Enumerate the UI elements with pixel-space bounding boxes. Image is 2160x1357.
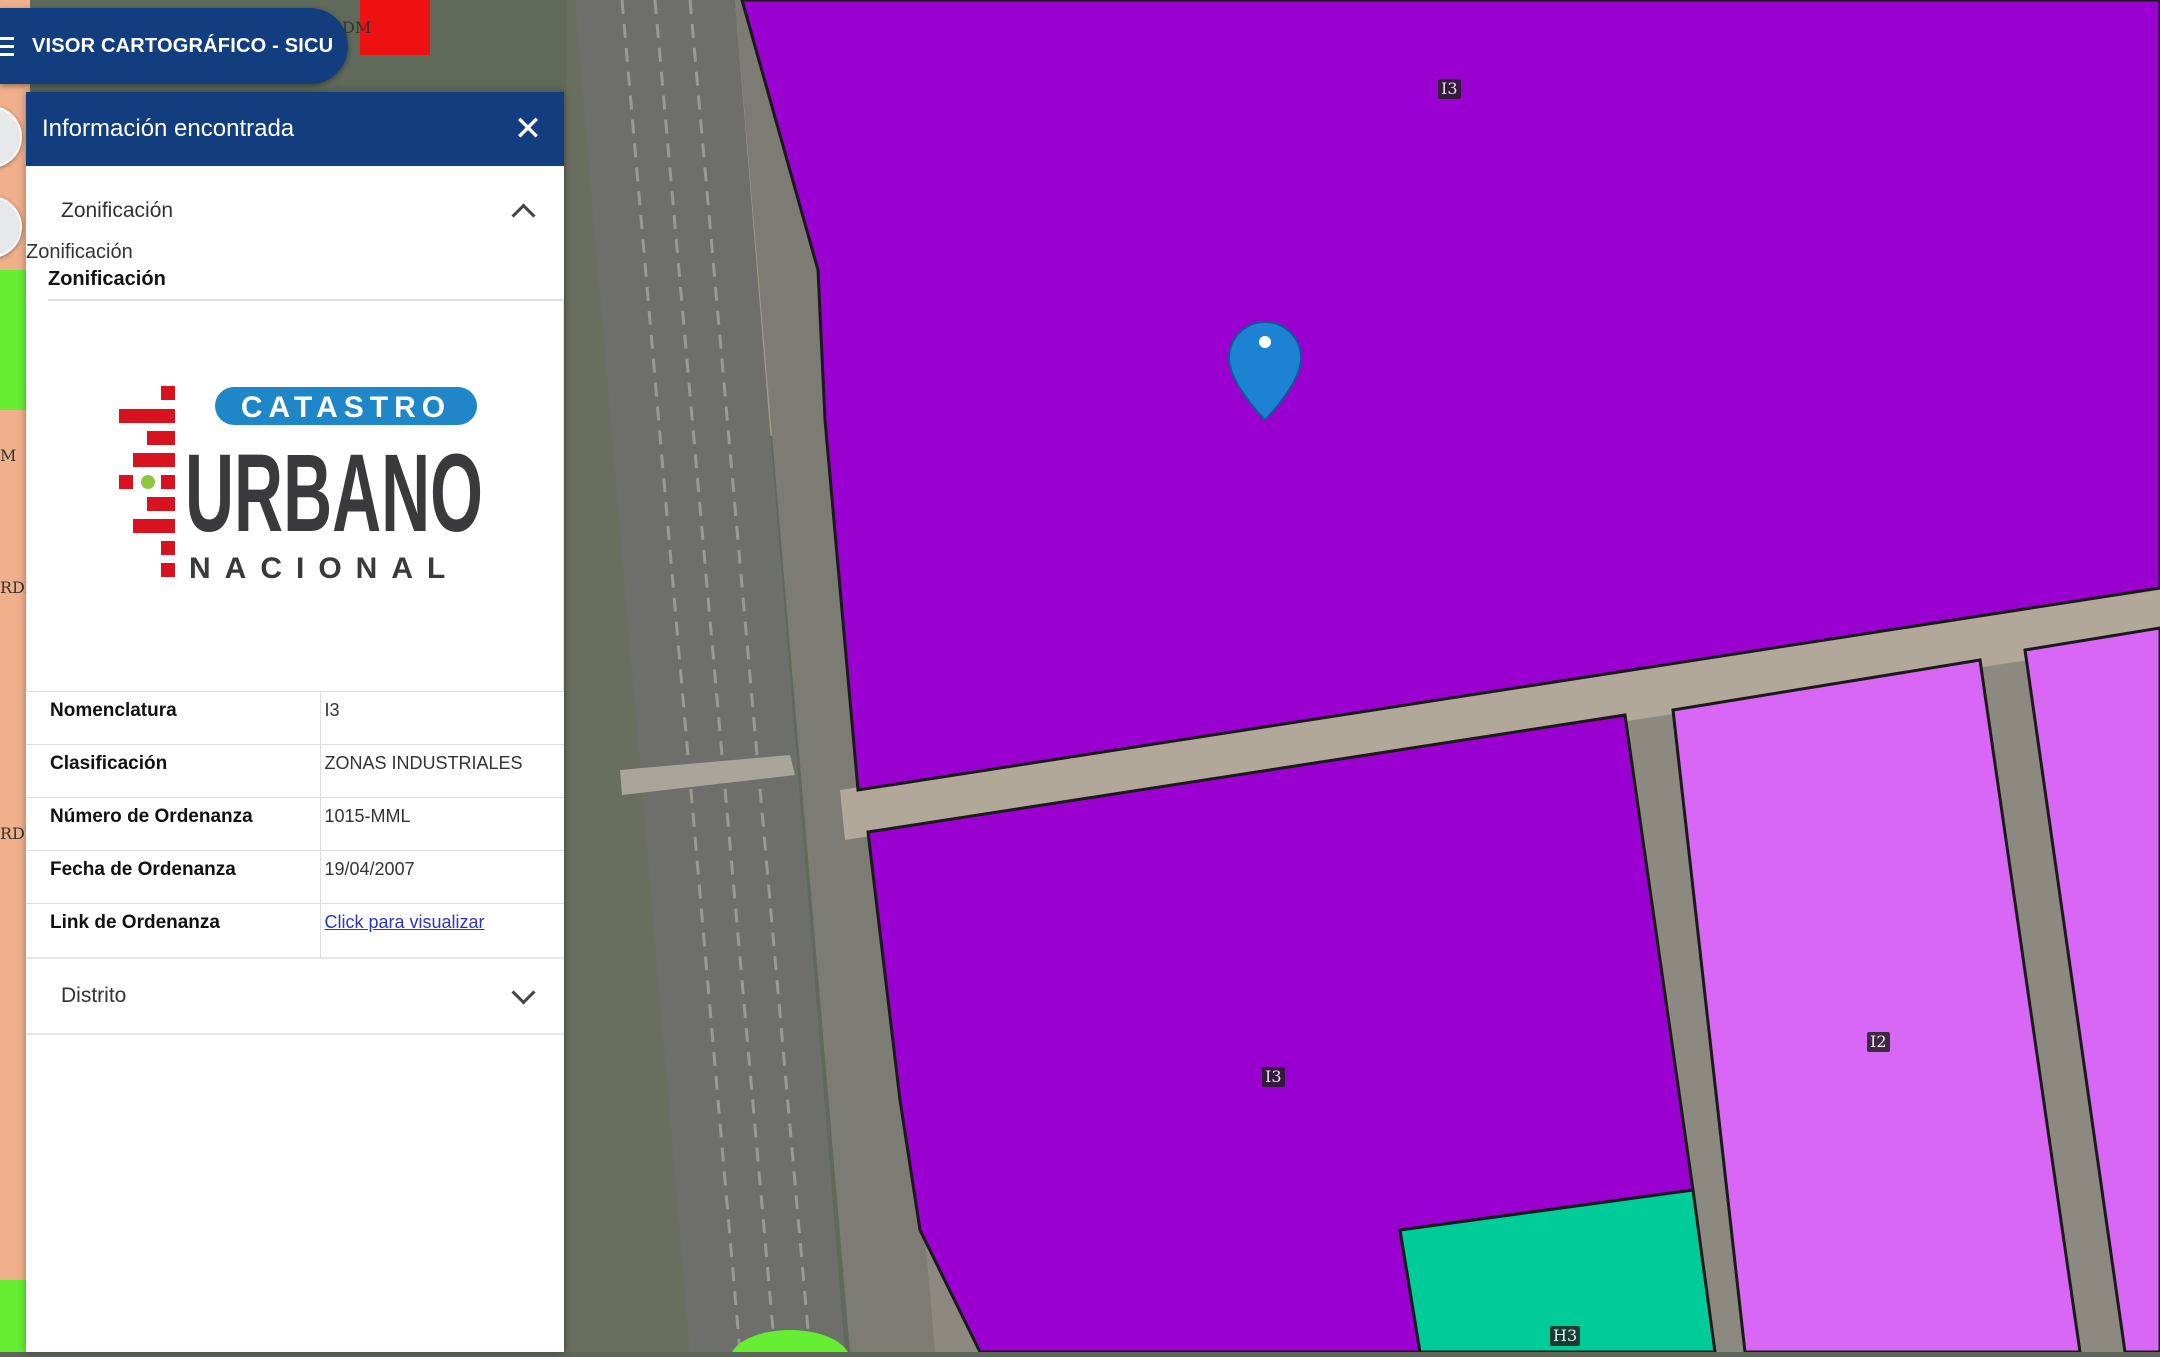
hamburger-menu-icon[interactable]: [0, 36, 22, 56]
attr-value: 1015-MML: [320, 797, 564, 851]
logo-main-word: URBANO: [185, 432, 483, 555]
zone-label-i3-top: I3: [1438, 79, 1461, 99]
catastro-urbano-logo: CATASTRO URBANO NACIONAL: [26, 301, 564, 691]
park-zone-left-bottom[interactable]: [0, 1280, 26, 1352]
attr-key: Número de Ordenanza: [26, 797, 321, 851]
table-row: Nomenclatura I3: [26, 691, 564, 745]
zone-label-i2: I2: [1867, 1032, 1890, 1052]
panel-header: Información encontrada ✕: [26, 92, 564, 166]
zone-label-i3-bottom: I3: [1262, 1067, 1285, 1087]
info-panel: Información encontrada ✕ Zonificación Zo…: [26, 92, 564, 1352]
attr-value: 19/04/2007: [320, 850, 564, 904]
attr-key: Nomenclatura: [26, 691, 321, 745]
attr-key: Fecha de Ordenanza: [26, 850, 321, 904]
logo-graphic: CATASTRO URBANO NACIONAL: [119, 386, 483, 585]
edge-zone-label: M: [0, 446, 17, 465]
attr-value: ZONAS INDUSTRIALES: [320, 744, 564, 798]
table-row: Link de Ordenanza Click para visualizar: [26, 903, 564, 957]
panel-title: Información encontrada: [42, 115, 295, 142]
app-title: VISOR CARTOGRÁFICO - SICU: [32, 34, 334, 57]
logo-bottom-word: NACIONAL: [189, 552, 459, 585]
logo-top-word: CATASTRO: [241, 391, 451, 424]
attr-key: Link de Ordenanza: [26, 903, 321, 957]
accordion-distrito[interactable]: Distrito: [26, 956, 564, 1035]
layer-title: Zonificación: [48, 268, 564, 301]
accordion-zonificacion-label: Zonificación: [61, 199, 174, 222]
zone-label-h3: H3: [1550, 1326, 1581, 1346]
attr-key: Clasificación: [26, 744, 321, 798]
attr-value-cell: Click para visualizar: [320, 903, 564, 957]
chevron-up-icon[interactable]: [511, 202, 536, 228]
attributes-table: Nomenclatura I3 Clasificación ZONAS INDU…: [26, 691, 564, 957]
layer-name-label: Zonificación: [26, 241, 133, 263]
park-zone-left[interactable]: [0, 270, 26, 410]
table-row: Clasificación ZONAS INDUSTRIALES: [26, 744, 564, 798]
accordion-distrito-label: Distrito: [61, 983, 127, 1007]
table-row: Fecha de Ordenanza 19/04/2007: [26, 850, 564, 904]
attr-value: I3: [320, 691, 564, 745]
table-row: Número de Ordenanza 1015-MML: [26, 797, 564, 851]
close-icon[interactable]: ✕: [508, 109, 548, 149]
app-header: VISOR CARTOGRÁFICO - SICU: [0, 8, 348, 84]
ordinance-link[interactable]: Click para visualizar: [325, 912, 485, 932]
chevron-down-icon[interactable]: [511, 980, 536, 1005]
